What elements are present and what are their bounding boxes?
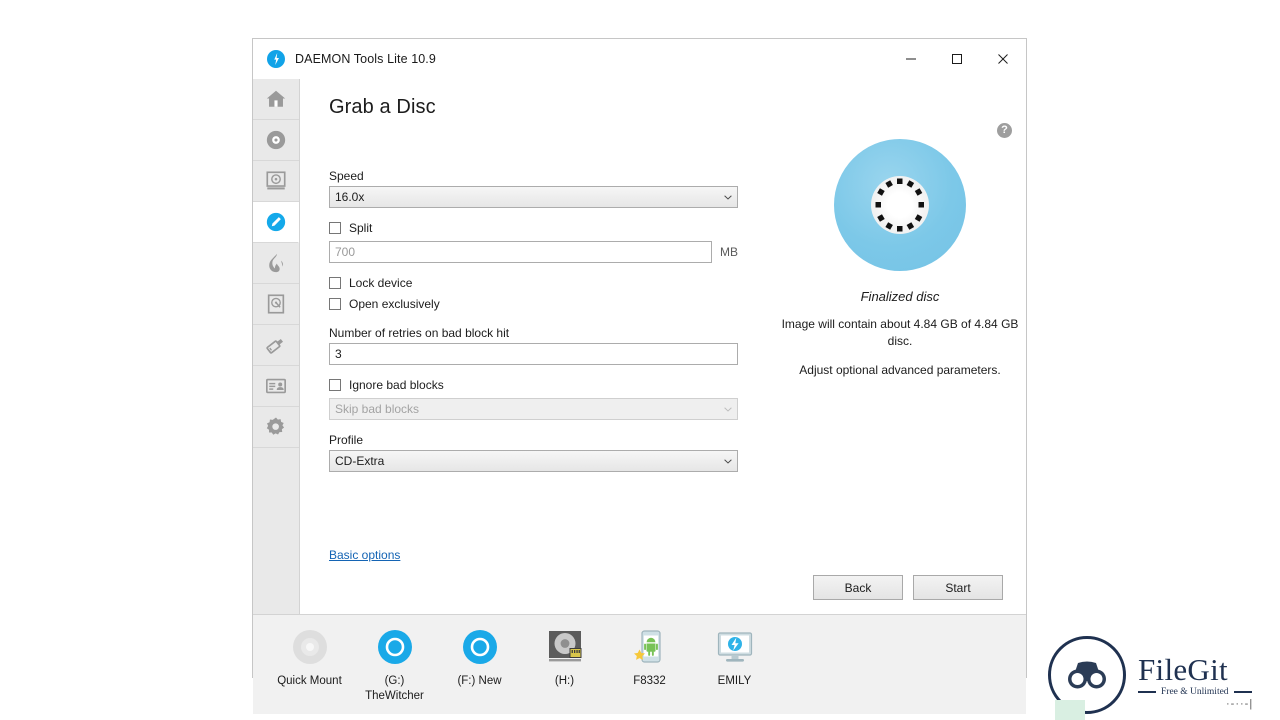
open-exclusively-label: Open exclusively (349, 297, 440, 311)
options-form: Speed 16.0x Split MB (329, 169, 738, 472)
split-size-unit: MB (720, 245, 738, 259)
title-bar: DAEMON Tools Lite 10.9 (253, 39, 1026, 79)
sidebar-item-vhd[interactable] (253, 284, 299, 325)
android-phone-icon (630, 627, 670, 667)
retries-input[interactable] (329, 343, 738, 365)
sidebar (253, 79, 300, 614)
watermark-tagline: Free & Unlimited (1138, 687, 1252, 697)
disc-icon (265, 129, 287, 151)
watermark-text: FileGit Free & Unlimited (1138, 654, 1252, 697)
sidebar-item-drives[interactable] (253, 161, 299, 202)
lock-device-row[interactable]: Lock device (329, 276, 738, 290)
gear-icon (265, 416, 287, 438)
window-title: DAEMON Tools Lite 10.9 (295, 52, 436, 66)
speed-select-wrap: 16.0x (329, 186, 738, 208)
lock-device-label: Lock device (349, 276, 412, 290)
hard-disk-icon (265, 293, 287, 315)
split-checkbox[interactable] (329, 222, 341, 234)
close-icon[interactable] (980, 39, 1026, 79)
device-f-new[interactable]: (F:) New (437, 623, 522, 689)
split-checkbox-row[interactable]: Split (329, 221, 738, 235)
disc-hole (891, 196, 909, 214)
profile-label: Profile (329, 433, 738, 447)
pencil-icon (265, 211, 287, 233)
watermark-stray-text: ·-··-| (1226, 698, 1253, 710)
device-h-physical[interactable]: (H:) (522, 623, 607, 689)
content-area: Grab a Disc ? Speed 16.0x Split (300, 79, 1026, 614)
sidebar-item-grab-a-disc[interactable] (253, 202, 299, 243)
start-button[interactable]: Start (913, 575, 1003, 600)
screen: DAEMON Tools Lite 10.9 (0, 0, 1280, 720)
tagline-rule-left (1138, 691, 1156, 693)
disc-capacity-text: Image will contain about 4.84 GB of 4.84… (755, 316, 1045, 350)
device-label: EMILY (718, 674, 752, 689)
tagline-rule-right (1234, 691, 1252, 693)
retries-label: Number of retries on bad block hit (329, 326, 738, 340)
device-bar: Quick Mount (G:) TheWitcher (253, 614, 1026, 714)
disc-preview-panel: Finalized disc Image will contain about … (755, 139, 1045, 377)
usb-drive-icon (264, 333, 288, 357)
sidebar-item-preferences[interactable] (253, 407, 299, 448)
sidebar-item-license[interactable] (253, 366, 299, 407)
virtual-drive-blue-icon (375, 627, 415, 667)
sidebar-item-images[interactable] (253, 120, 299, 161)
sidebar-item-usb[interactable] (253, 325, 299, 366)
ignore-bad-blocks-label: Ignore bad blocks (349, 378, 444, 392)
watermark-artifact (1055, 700, 1085, 720)
maximize-icon[interactable] (934, 39, 980, 79)
physical-drive-icon (545, 627, 585, 667)
device-label: F8332 (633, 674, 666, 689)
disc-status-text: Finalized disc (755, 289, 1045, 304)
split-size-row: MB (329, 241, 738, 263)
split-label: Split (349, 221, 372, 235)
device-label: Quick Mount (277, 674, 342, 689)
page-title: Grab a Disc (329, 96, 436, 119)
ignore-bad-blocks-checkbox[interactable] (329, 379, 341, 391)
disc-hint-text: Adjust optional advanced parameters. (755, 363, 1045, 377)
virtual-drive-icon (265, 170, 287, 192)
sidebar-item-burn[interactable] (253, 243, 299, 284)
virtual-drive-blue-icon (460, 627, 500, 667)
device-g-thewitcher[interactable]: (G:) TheWitcher (352, 623, 437, 704)
sidebar-item-home[interactable] (253, 79, 299, 120)
split-size-input[interactable] (329, 241, 712, 263)
home-icon (265, 88, 287, 110)
action-buttons: Back Start (813, 575, 1003, 600)
lock-device-checkbox[interactable] (329, 277, 341, 289)
basic-options-link[interactable]: Basic options (329, 548, 400, 562)
tagline-text: Free & Unlimited (1161, 687, 1229, 697)
optical-disc-icon (834, 139, 966, 271)
device-quick-mount[interactable]: Quick Mount (267, 623, 352, 689)
license-card-icon (265, 375, 287, 397)
bad-block-action-select: Skip bad blocks (329, 398, 738, 420)
back-button[interactable]: Back (813, 575, 903, 600)
device-label: (H:) (555, 674, 574, 689)
device-label: (G:) TheWitcher (365, 674, 424, 704)
profile-select[interactable]: CD-Extra (329, 450, 738, 472)
speed-select[interactable]: 16.0x (329, 186, 738, 208)
computer-monitor-icon (715, 627, 755, 667)
speed-label: Speed (329, 169, 738, 183)
daemon-tools-window: DAEMON Tools Lite 10.9 (252, 38, 1027, 678)
flame-icon (265, 252, 287, 274)
profile-select-wrap: CD-Extra (329, 450, 738, 472)
device-emily-computer[interactable]: EMILY (692, 623, 777, 689)
quick-mount-disc-icon (290, 627, 330, 667)
help-icon[interactable]: ? (997, 123, 1012, 138)
bad-block-action-wrap: Skip bad blocks (329, 398, 738, 420)
open-exclusively-checkbox[interactable] (329, 298, 341, 310)
minimize-icon[interactable] (888, 39, 934, 79)
device-f8332-android[interactable]: F8332 (607, 623, 692, 689)
window-controls (888, 39, 1026, 79)
open-exclusively-row[interactable]: Open exclusively (329, 297, 738, 311)
daemon-bolt-icon (267, 50, 285, 68)
device-label: (F:) New (457, 674, 501, 689)
ignore-bad-blocks-row[interactable]: Ignore bad blocks (329, 378, 738, 392)
watermark-name: FileGit (1138, 654, 1252, 686)
